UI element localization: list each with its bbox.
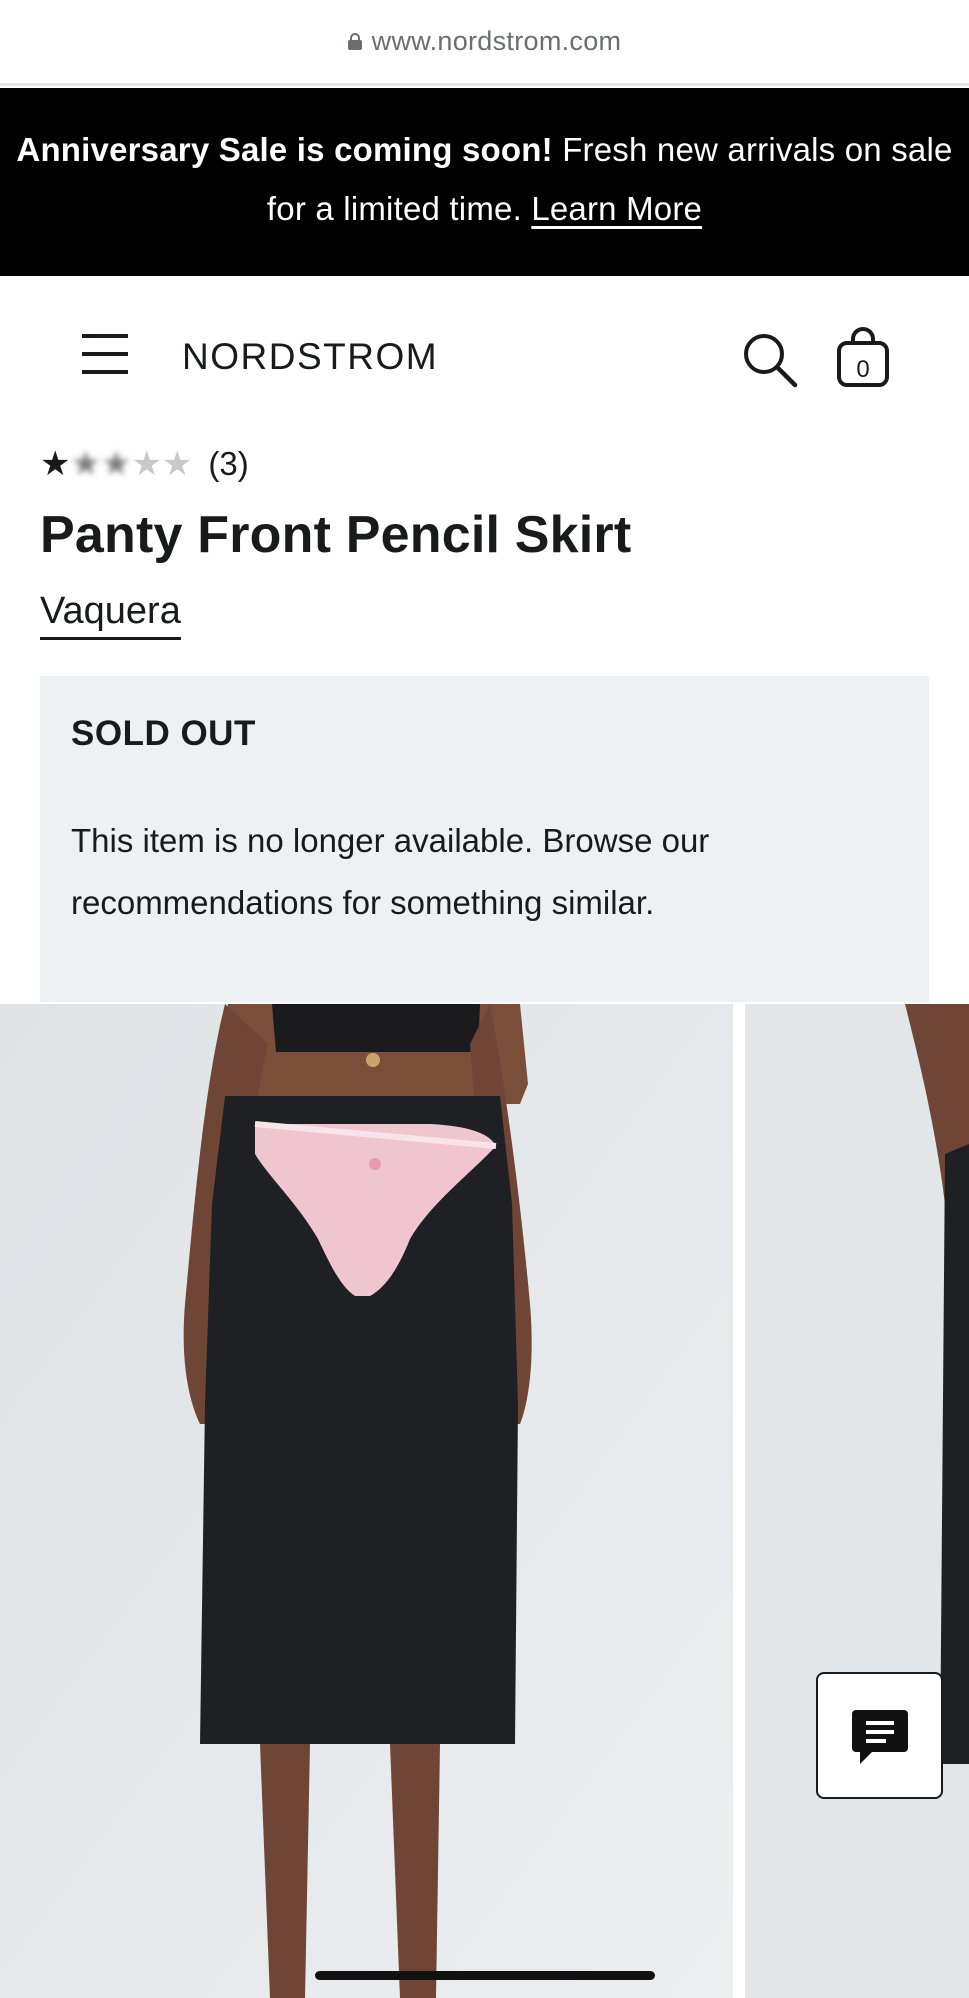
nordstrom-logo[interactable]: NORDSTROM [182, 336, 438, 378]
product-image-gallery[interactable] [0, 1004, 969, 1998]
brand-link[interactable]: Vaquera [40, 590, 181, 640]
bag-count: 0 [856, 356, 869, 383]
lock-icon [347, 33, 362, 50]
sold-out-notice: SOLD OUT This item is no longer availabl… [40, 676, 929, 1002]
hamburger-icon[interactable] [82, 334, 128, 374]
star-blurred-icon: ★ [70, 445, 101, 483]
star-empty-icon: ★ [131, 445, 162, 483]
home-indicator[interactable] [315, 1971, 655, 1980]
site-header: NORDSTROM 0 [0, 276, 969, 436]
learn-more-link[interactable]: Learn More [531, 190, 702, 227]
product-image-secondary[interactable] [745, 1004, 969, 1998]
star-filled-icon: ★ [40, 445, 71, 483]
url-text: www.nordstrom.com [371, 26, 622, 56]
star-empty-icon: ★ [161, 445, 193, 483]
star-blurred-icon: ★ [100, 445, 132, 483]
sold-out-message: This item is no longer available. Browse… [71, 822, 710, 921]
promo-banner: Anniversary Sale is coming soon! Fresh n… [0, 88, 969, 276]
product-title: Panty Front Pencil Skirt [40, 506, 632, 564]
promo-bold-text: Anniversary Sale is coming soon! [16, 131, 553, 168]
review-count[interactable]: (3) [208, 445, 248, 483]
shopping-bag-icon[interactable]: 0 [836, 326, 890, 388]
star-rating[interactable]: ★ ★ ★ ★ ★ (3) [40, 444, 249, 484]
sold-out-heading: SOLD OUT [71, 714, 256, 753]
chat-button[interactable] [816, 1672, 943, 1799]
url-display[interactable]: www.nordstrom.com [347, 26, 622, 57]
browser-url-bar[interactable]: www.nordstrom.com [0, 0, 969, 86]
search-icon[interactable] [740, 330, 800, 390]
product-image-main[interactable] [0, 1004, 733, 1998]
chat-icon [851, 1709, 908, 1764]
